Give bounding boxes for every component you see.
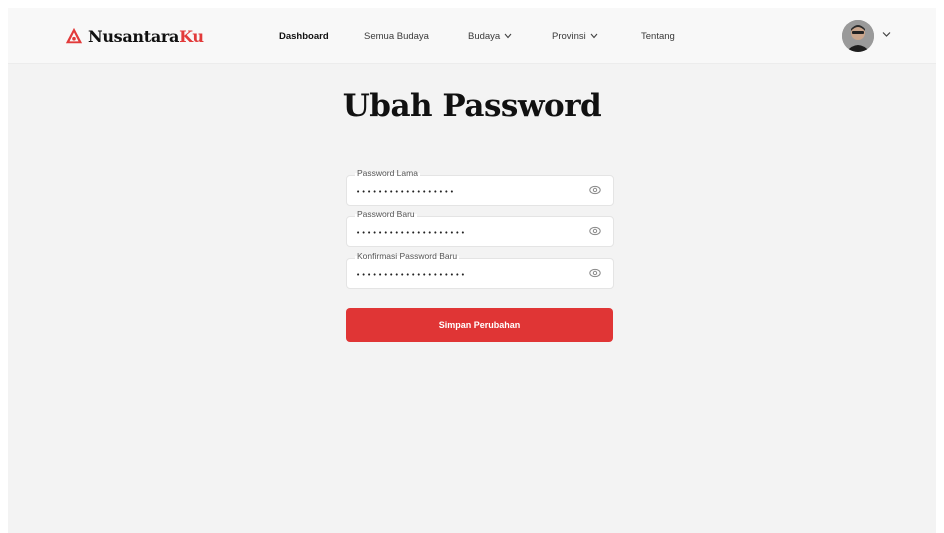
navbar: NusantaraKu Dashboard Semua Budaya Buday…	[8, 8, 936, 64]
chevron-down-icon	[504, 33, 512, 39]
nav-dashboard[interactable]: Dashboard	[279, 26, 329, 46]
nav-semua-budaya-label: Semua Budaya	[364, 30, 429, 42]
chevron-down-icon[interactable]	[882, 31, 891, 38]
new-password-field: Password Baru	[346, 209, 614, 247]
page-frame: NusantaraKu Dashboard Semua Budaya Buday…	[8, 8, 936, 533]
avatar[interactable]	[842, 20, 874, 52]
save-changes-button[interactable]: Simpan Perubahan	[346, 308, 613, 342]
brand-logo-link[interactable]: NusantaraKu	[65, 24, 204, 48]
eye-icon[interactable]	[589, 225, 601, 237]
eye-icon[interactable]	[589, 184, 601, 196]
nav-dashboard-label: Dashboard	[279, 30, 329, 42]
chevron-down-icon	[590, 33, 598, 39]
nav-semua-budaya[interactable]: Semua Budaya	[364, 26, 429, 46]
brand-name-part1: Nusantara	[88, 26, 180, 46]
nav-provinsi[interactable]: Provinsi	[552, 26, 598, 46]
nav-tentang[interactable]: Tentang	[641, 26, 675, 46]
nav-budaya-label: Budaya	[468, 30, 501, 42]
nusantaraku-logo-icon	[65, 27, 83, 44]
brand-name-part2: Ku	[179, 26, 204, 46]
nav-provinsi-label: Provinsi	[552, 30, 586, 42]
nav-tentang-label: Tentang	[641, 30, 675, 42]
new-password-label: Password Baru	[355, 209, 417, 219]
new-password-input[interactable]	[356, 226, 576, 240]
avatar-image	[842, 20, 874, 52]
brand-name: NusantaraKu	[88, 27, 204, 46]
confirm-password-field: Konfirmasi Password Baru	[346, 251, 614, 289]
old-password-input[interactable]	[356, 185, 576, 199]
old-password-label: Password Lama	[355, 168, 420, 178]
old-password-field: Password Lama	[346, 168, 614, 206]
nav-budaya[interactable]: Budaya	[468, 26, 512, 46]
page-title: Ubah Password	[342, 88, 602, 124]
confirm-password-label: Konfirmasi Password Baru	[355, 251, 460, 261]
confirm-password-input[interactable]	[356, 268, 576, 282]
eye-icon[interactable]	[589, 267, 601, 279]
